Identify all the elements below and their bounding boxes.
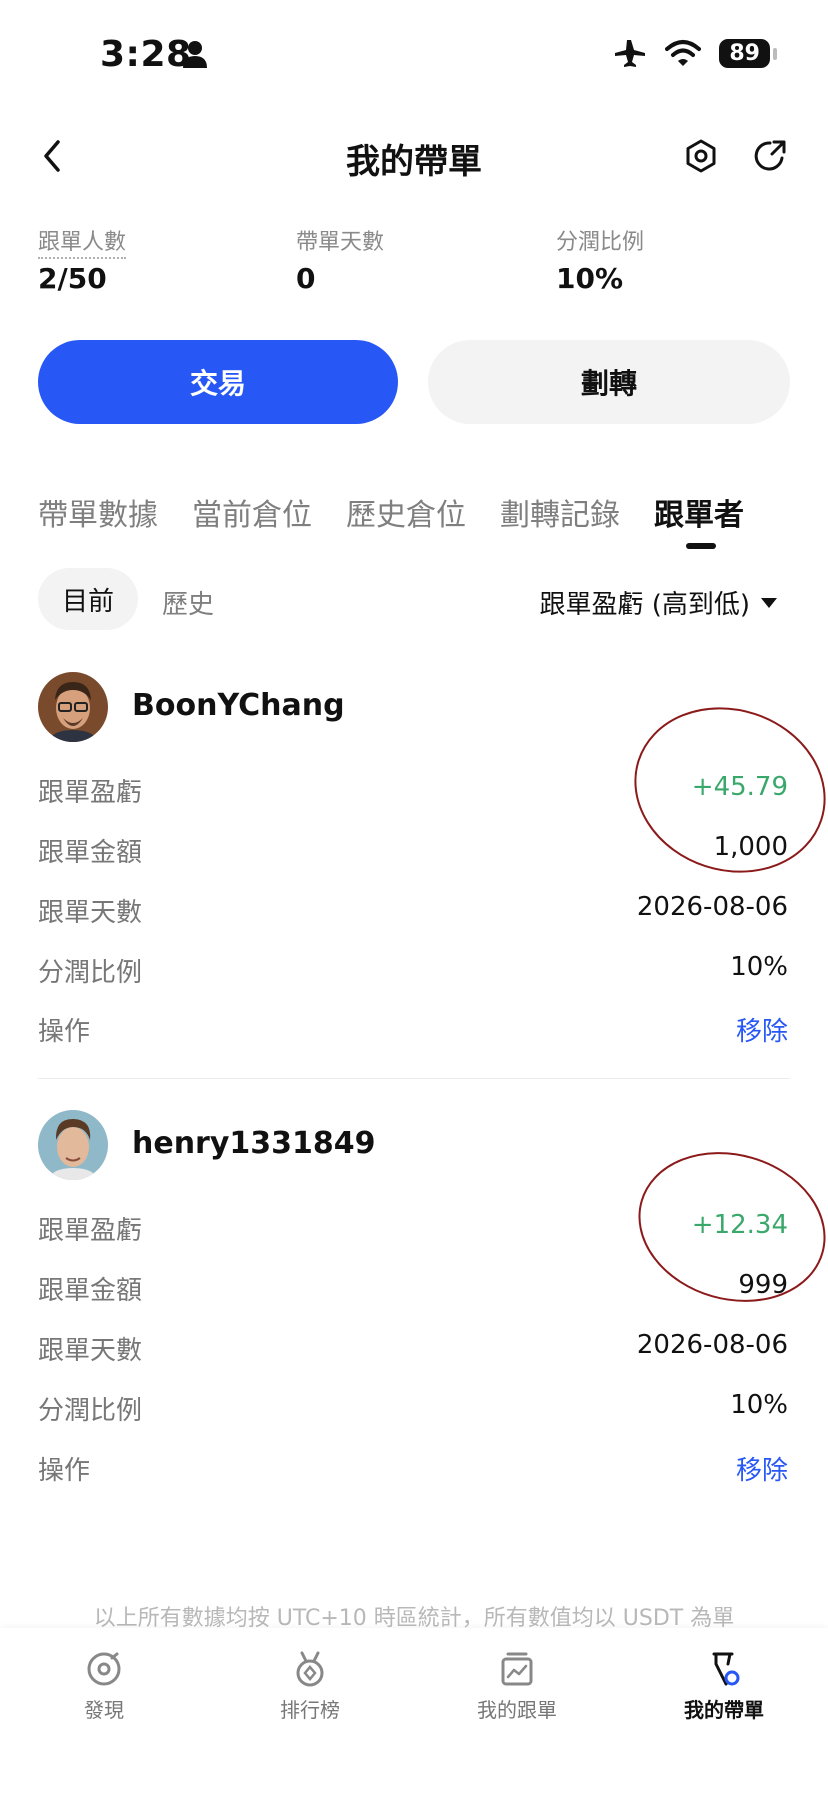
stat-value: 0 [296,262,316,295]
row-value-days: 2026-08-06 [636,1330,788,1360]
stat-value: 2/50 [38,262,107,295]
stat-value: 10% [556,262,624,295]
avatar-image [38,672,108,742]
row-label-share: 分潤比例 [38,958,143,988]
discover-icon [87,1652,121,1686]
tab-lead-data[interactable]: 帶單數據 [38,490,158,534]
nav-my-follows[interactable]: 我的跟單 [447,1650,587,1723]
remove-button[interactable]: 移除 [736,1011,788,1048]
active-tab-indicator [686,543,716,549]
tab-transfer-records[interactable]: 劃轉記錄 [500,490,620,534]
tab-current-positions[interactable]: 當前倉位 [192,490,312,534]
wifi-icon [665,40,702,66]
row-label-share: 分潤比例 [38,1396,143,1426]
row-label-amount: 跟單金額 [38,1276,143,1306]
row-label-action: 操作 [38,1456,91,1486]
caret-down-icon [761,597,777,608]
card-divider [38,1078,790,1079]
airplane-icon [615,40,646,67]
tab-bar: 帶單數據 當前倉位 歷史倉位 劃轉記錄 跟單者 [38,490,744,534]
follower-username: BoonYChang [132,688,345,723]
tab-history-positions[interactable]: 歷史倉位 [346,490,466,534]
row-label-action: 操作 [38,1017,91,1047]
sort-dropdown[interactable]: 跟單盈虧 (高到低) [539,584,778,621]
follower-username: henry1331849 [132,1126,376,1161]
share-icon[interactable] [752,138,788,174]
nav-label: 我的跟單 [477,1698,557,1722]
transfer-button[interactable]: 劃轉 [428,340,790,424]
nav-my-leads[interactable]: 我的帶單 [654,1650,794,1723]
tab-followers[interactable]: 跟單者 [654,490,744,534]
nav-label: 排行榜 [280,1698,340,1722]
remove-button[interactable]: 移除 [736,1450,788,1487]
avatar[interactable] [38,672,108,742]
subtab-current[interactable]: 目前 [38,568,138,630]
stat-label[interactable]: 跟單人數 [38,230,127,259]
annotation-circle [634,707,826,873]
sort-label: 跟單盈虧 (高到低) [539,590,750,620]
row-value-share: 10% [730,952,788,982]
trade-button[interactable]: 交易 [38,340,398,424]
annotation-circle [638,1152,826,1302]
stat-label: 分潤比例 [556,230,645,255]
stat-followers: 跟單人數 2/50 [38,224,127,295]
subtab-history[interactable]: 歷史 [162,584,214,621]
medal-icon [296,1651,324,1687]
settings-hexagon-icon[interactable] [684,138,718,174]
status-indicators: 89 [613,38,777,68]
row-label-days: 跟單天數 [38,1336,143,1366]
nav-discover[interactable]: 發現 [34,1650,174,1723]
row-label-amount: 跟單金額 [38,838,143,868]
stat-lead-days: 帶單天數 0 [296,224,384,295]
avatar[interactable] [38,1110,108,1180]
stat-profit-share: 分潤比例 10% [556,224,644,295]
lead-trade-icon [712,1652,740,1686]
nav-label: 我的帶單 [684,1698,764,1722]
avatar-image [38,1110,108,1180]
row-value-share: 10% [730,1390,788,1420]
nav-leaderboard[interactable]: 排行榜 [240,1650,380,1723]
row-value-days: 2026-08-06 [636,892,788,922]
row-label-pnl: 跟單盈虧 [38,1216,143,1246]
person-icon [183,41,207,68]
battery-indicator: 89 [719,38,777,68]
stat-label: 帶單天數 [296,230,385,255]
status-time: 3:28 [100,34,192,75]
row-label-days: 跟單天數 [38,898,143,928]
chart-board-icon [501,1652,533,1686]
nav-label: 發現 [84,1698,124,1722]
row-label-pnl: 跟單盈虧 [38,778,143,808]
